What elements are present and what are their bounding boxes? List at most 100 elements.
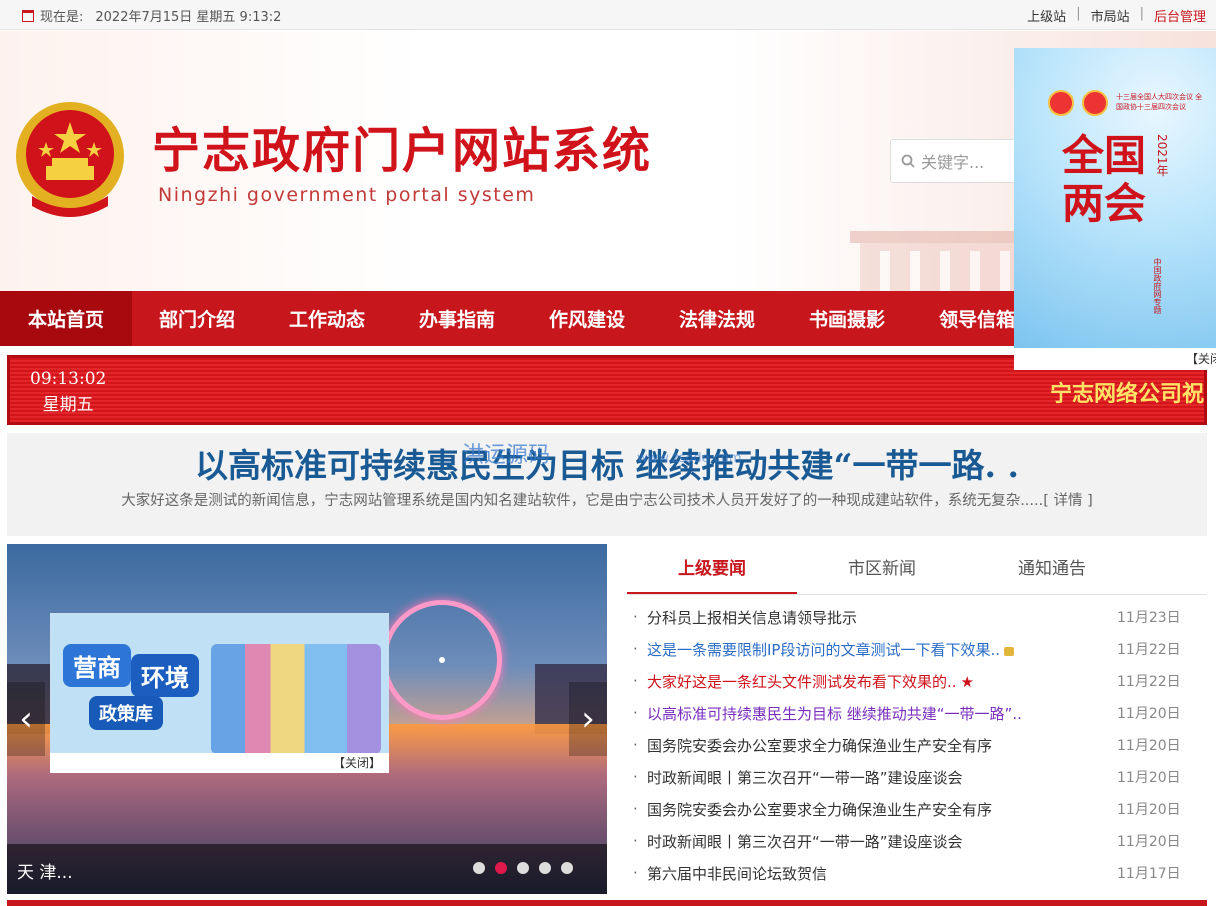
bullet: · (633, 608, 638, 626)
headline-block: 以高标准可持续惠民生为目标 继续推动共建“一带一路. . 洪运源码 www.zs… (7, 433, 1207, 536)
news-title[interactable]: 分科员上报相关信息请领导批示 (647, 607, 1117, 628)
nav-art-photo[interactable]: 书画摄影 (782, 291, 912, 346)
nav-work-news[interactable]: 工作动态 (262, 291, 392, 346)
nav-home[interactable]: 本站首页 (0, 291, 132, 346)
national-emblem-icon[interactable] (12, 96, 128, 220)
ferris-wheel-icon (382, 600, 502, 720)
link-admin[interactable]: 后台管理 (1154, 6, 1206, 25)
promo-tag: 政策库 (89, 696, 163, 730)
bullet: · (633, 800, 638, 818)
calendar-icon (22, 9, 34, 22)
tab-top-news[interactable]: 上级要闻 (627, 544, 797, 594)
headline-summary[interactable]: 大家好这条是测试的新闻信息，宁志网站管理系统是国内知名建站软件，它是由宁志公司技… (7, 489, 1207, 510)
news-title[interactable]: 大家好这是一条红头文件测试发布看下效果的.. (647, 673, 957, 691)
news-title[interactable]: 国务院安委会办公室要求全力确保渔业生产安全有序 (647, 799, 1117, 820)
tab-city-news[interactable]: 市区新闻 (797, 544, 967, 594)
watermark-url: www.zsode.com (637, 451, 742, 466)
bullet: · (633, 672, 638, 690)
news-date: 11月20日 (1117, 706, 1181, 722)
poster-small-text: 十三届全国人大四次会议 全国政协十三届四次会议 (1116, 93, 1203, 111)
current-date: 现在是: 2022年7月15日 星期五 9:13:2 (22, 6, 281, 25)
slider-next-button[interactable]: › (569, 682, 607, 756)
news-date: 11月20日 (1117, 738, 1181, 754)
search-icon[interactable] (901, 154, 915, 168)
nav-service-guide[interactable]: 办事指南 (392, 291, 522, 346)
news-panel: 上级要闻 市区新闻 通知通告 · 分科员上报相关信息请领导批示 11月23日 · 这是… (627, 544, 1207, 894)
news-item: · 大家好这是一条红头文件测试发布看下效果的.. ★ 11月22日 (627, 665, 1207, 697)
clock: 09:13:02 星期五 (30, 366, 106, 418)
news-tabs: 上级要闻 市区新闻 通知通告 (627, 544, 1207, 595)
slider-dot-active[interactable] (495, 862, 507, 874)
slider-dot[interactable] (473, 862, 485, 874)
news-title[interactable]: 时政新闻眼丨第三次召开“一带一路”建设座谈会 (647, 831, 1117, 852)
slider-dot[interactable] (517, 862, 529, 874)
news-date: 11月20日 (1117, 770, 1181, 786)
news-item: · 国务院安委会办公室要求全力确保渔业生产安全有序 11月20日 (627, 729, 1207, 761)
buildings-illustration-icon (211, 644, 381, 754)
marquee-text[interactable]: 宁志网络公司祝 (1050, 376, 1208, 408)
news-item: · 国务院安委会办公室要求全力确保渔业生产安全有序 11月20日 (627, 793, 1207, 825)
link-city-site[interactable]: 市局站 (1091, 6, 1130, 25)
news-title[interactable]: 时政新闻眼丨第三次召开“一带一路”建设座谈会 (647, 767, 1117, 788)
news-title-wrap[interactable]: 大家好这是一条红头文件测试发布看下效果的.. ★ (647, 671, 1117, 692)
nav-departments[interactable]: 部门介绍 (132, 291, 262, 346)
news-list: · 分科员上报相关信息请领导批示 11月23日 · 这是一条需要限制IP段访问的文章测… (627, 601, 1207, 889)
bullet: · (633, 832, 638, 850)
site-title: 宁志政府门户网站系统 (152, 123, 653, 179)
news-item: · 这是一条需要限制IP段访问的文章测试一下看下效果.. 11月22日 (627, 633, 1207, 665)
news-date: 11月20日 (1117, 802, 1181, 818)
news-item: · 以高标准可持续惠民生为目标 继续推动共建“一带一路”.. 11月20日 (627, 697, 1207, 729)
site-subtitle: Ningzhi government portal system (158, 184, 536, 206)
news-item: · 时政新闻眼丨第三次召开“一带一路”建设座谈会 11月20日 (627, 761, 1207, 793)
date-text: 2022年7月15日 星期五 9:13:2 (95, 10, 282, 25)
link-parent-site[interactable]: 上级站 (1027, 6, 1066, 25)
image-slider: 营商 环境 政策库 【关闭】 ‹ › 天 津... (7, 544, 607, 894)
search-box[interactable]: 关键字... (890, 139, 1030, 183)
news-title[interactable]: 以高标准可持续惠民生为目标 继续推动共建“一带一路”.. (647, 703, 1117, 724)
bullet: · (633, 864, 638, 882)
news-item: · 第六届中非民间论坛致贺信 11月17日 (627, 857, 1207, 889)
promo-close-button[interactable]: 【关闭】 (50, 753, 389, 773)
news-item: · 时政新闻眼丨第三次召开“一带一路”建设座谈会 11月20日 (627, 825, 1207, 857)
promo-ad[interactable]: 营商 环境 政策库 (50, 613, 389, 771)
popup-close-button[interactable]: 【关闭】 (1186, 350, 1216, 367)
news-item: · 分科员上报相关信息请领导批示 11月23日 (627, 601, 1207, 633)
top-bar: 现在是: 2022年7月15日 星期五 9:13:2 上级站 | 市局站 | 后… (0, 0, 1216, 30)
news-date: 11月17日 (1117, 866, 1181, 882)
news-title[interactable]: 国务院安委会办公室要求全力确保渔业生产安全有序 (647, 735, 1117, 756)
news-title[interactable]: 第六届中非民间论坛致贺信 (647, 863, 1117, 884)
two-sessions-poster[interactable]: 十三届全国人大四次会议 全国政协十三届四次会议 全国两会 2021年 中国政府网… (1014, 48, 1216, 348)
nav-conduct[interactable]: 作风建设 (522, 291, 652, 346)
news-title-wrap[interactable]: 这是一条需要限制IP段访问的文章测试一下看下效果.. (647, 639, 1117, 660)
nav-laws[interactable]: 法律法规 (652, 291, 782, 346)
bullet: · (633, 768, 638, 786)
promo-tag: 环境 (131, 654, 199, 697)
star-icon: ★ (960, 672, 974, 691)
news-title[interactable]: 这是一条需要限制IP段访问的文章测试一下看下效果.. (647, 641, 1000, 659)
national-emblem-icon (1048, 90, 1074, 116)
divider: | (1076, 6, 1081, 21)
slider-prev-button[interactable]: ‹ (7, 682, 45, 756)
bullet: · (633, 736, 638, 754)
date-prefix: 现在是: (40, 10, 84, 25)
slider-dot[interactable] (539, 862, 551, 874)
news-date: 11月22日 (1117, 642, 1181, 658)
promo-tag: 营商 (63, 644, 131, 687)
slider-dots (473, 862, 573, 874)
bullet: · (633, 640, 638, 658)
search-input[interactable]: 关键字... (921, 149, 984, 173)
tab-notices[interactable]: 通知通告 (967, 544, 1137, 594)
floating-ad: 十三届全国人大四次会议 全国政协十三届四次会议 全国两会 2021年 中国政府网… (1014, 48, 1216, 370)
news-date: 11月23日 (1117, 610, 1181, 626)
clock-weekday: 星期五 (42, 395, 94, 415)
news-date: 11月22日 (1117, 674, 1181, 690)
bottom-strip (7, 900, 1207, 906)
clock-time: 09:13:02 (30, 369, 107, 389)
poster-vertical-text: 中国政府网专题 (1153, 258, 1162, 314)
slider-dot[interactable] (561, 862, 573, 874)
poster-year: 2021年 (1155, 134, 1169, 177)
lock-icon (1004, 646, 1015, 656)
headline-title[interactable]: 以高标准可持续惠民生为目标 继续推动共建“一带一路. . (7, 439, 1207, 487)
bullet: · (633, 704, 638, 722)
cppcc-emblem-icon (1082, 90, 1108, 116)
